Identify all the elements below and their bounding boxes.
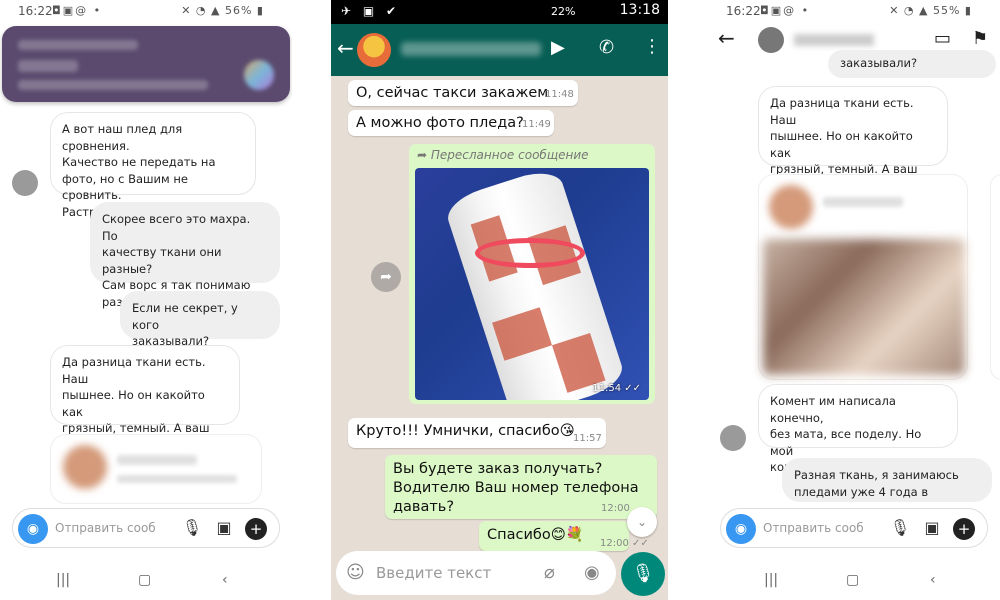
message-time: 11:49 (522, 119, 551, 130)
add-icon[interactable]: + (245, 518, 267, 540)
home-icon[interactable]: ▢ (846, 572, 859, 588)
message-bubble: А вот наш плед для сровнения. Качество н… (50, 112, 256, 219)
message-composer[interactable]: ◉ Отправить сообще... 🎙 ▣ + (720, 508, 988, 548)
instagram-chat-left: 16:22 ◘▣@ • ✕ ◔ ▲ 56% ▮ А вот наш плед д… (0, 0, 292, 600)
back-arrow-icon[interactable]: ← (718, 26, 735, 50)
android-nav-bar: ||| ▢ ‹ (0, 562, 292, 600)
status-bar: ✈ ▣ ✔ 22% 13:18 (331, 0, 668, 24)
message-text: Круто!!! Умнички, спасибо😘 (356, 423, 575, 439)
status-icons: ✕ ◔ ▲ 55% ▮ (889, 4, 972, 17)
message-bubble: Если не секрет, у кого заказывали? (120, 291, 280, 348)
video-call-icon[interactable]: ▭ (934, 28, 951, 49)
recent-apps-icon[interactable]: ||| (764, 572, 778, 588)
forwarded-label: ➦ Пересланное сообщение (417, 148, 589, 162)
android-nav-bar: ||| ▢ ‹ (708, 562, 1000, 600)
battery-level: 55% (932, 4, 961, 17)
notification-banner[interactable] (2, 26, 290, 102)
status-time: 16:22 (726, 4, 761, 18)
phone-call-icon[interactable]: ✆ (599, 37, 614, 58)
message-text: А можно фото пледа? (356, 115, 524, 131)
attach-icon[interactable]: ⌀ (544, 562, 555, 583)
message-bubble: Да разница ткани есть. Наш пышнее. Но он… (50, 345, 240, 452)
microphone-icon[interactable]: 🎙 (181, 518, 203, 537)
message-input[interactable]: Отправить сообще... (55, 521, 155, 535)
scroll-down-icon[interactable]: ⌄ (627, 507, 657, 537)
message-time: 11:57 (573, 433, 602, 444)
forwarded-photo-message[interactable]: ➦ Пересланное сообщение 11:54 ✓✓ (409, 144, 655, 404)
forward-icon[interactable]: ➦ (371, 262, 401, 292)
message-bubble: Круто!!! Умнички, спасибо😘 (348, 418, 606, 448)
status-icons: ✕ ◔ ▲ 56% ▮ (181, 4, 264, 17)
message-bubble: заказывали? (828, 50, 996, 78)
screenshot-collage: 16:22 ◘▣@ • ✕ ◔ ▲ 56% ▮ А вот наш плед д… (0, 0, 1000, 600)
chat-header: ← ▶ ✆ ⋮ (331, 24, 668, 76)
contact-name[interactable] (794, 34, 874, 46)
message-time: 12:00 ✓✓ (600, 538, 649, 549)
blanket-photo[interactable]: 11:54 ✓✓ (415, 168, 649, 400)
avatar[interactable] (720, 425, 746, 451)
notification-icons: ✈ ▣ ✔ (341, 4, 401, 18)
battery-level: 56% (224, 4, 253, 17)
message-bubble: Да разница ткани есть. Наш пышнее. Но он… (758, 86, 948, 193)
status-bar: 16:22 ◘▣@ • ✕ ◔ ▲ 56% ▮ (0, 0, 292, 22)
message-input[interactable]: Введите текст (376, 564, 491, 582)
microphone-icon[interactable]: 🎙 (621, 552, 665, 596)
notification-icons: ◘▣@ • (52, 4, 103, 17)
message-bubble: Комент им написала конечно, без мата, вс… (758, 384, 958, 474)
gallery-icon[interactable]: ▣ (213, 518, 235, 537)
message-input[interactable]: Отправить сообще... (763, 521, 863, 535)
status-time: 16:22 (18, 4, 53, 18)
camera-icon[interactable]: ◉ (584, 562, 600, 583)
home-icon[interactable]: ▢ (138, 572, 151, 588)
video-call-icon[interactable]: ▶ (551, 37, 565, 58)
message-text: Спасибо😊💐 (487, 527, 584, 543)
message-bubble: Разная ткань, я занимаюсь пледами уже 4 … (782, 458, 992, 502)
notification-avatar (244, 60, 274, 90)
shared-post-card[interactable] (50, 434, 262, 504)
add-icon[interactable]: + (953, 518, 975, 540)
battery-level: 22% (551, 5, 576, 18)
contact-avatar[interactable] (357, 33, 391, 67)
back-arrow-icon[interactable]: ← (337, 36, 354, 60)
rolled-blanket (442, 168, 628, 400)
more-options-icon[interactable]: ⋮ (643, 36, 661, 57)
back-icon[interactable]: ‹ (930, 572, 936, 588)
message-time: 12:00 (601, 503, 630, 514)
notification-icons: ◘▣@ • (760, 4, 811, 17)
message-bubble: Скорее всего это махра. По качеству ткан… (90, 202, 280, 309)
status-bar: 16:22 ◘▣@ • ✕ ◔ ▲ 55% ▮ (708, 0, 1000, 22)
shared-post-card[interactable] (758, 174, 968, 380)
camera-icon[interactable]: ◉ (18, 514, 48, 544)
shared-post-card[interactable] (990, 174, 1000, 380)
camera-icon[interactable]: ◉ (726, 514, 756, 544)
blurred-image (763, 239, 965, 375)
message-bubble: О, сейчас такси закажем (348, 80, 578, 106)
message-composer[interactable]: ☺ Введите текст ⌀ ◉ (336, 551, 616, 595)
status-time: 13:18 (619, 2, 660, 18)
message-text: О, сейчас такси закажем (356, 85, 549, 101)
contact-avatar[interactable] (758, 27, 784, 53)
message-composer[interactable]: ◉ Отправить сообще... 🎙 ▣ + (12, 508, 280, 548)
instagram-chat-right: 16:22 ◘▣@ • ✕ ◔ ▲ 55% ▮ ← ▭ ⚑ заказывали… (708, 0, 1000, 600)
microphone-icon[interactable]: 🎙 (889, 518, 911, 537)
gallery-icon[interactable]: ▣ (921, 518, 943, 537)
emoji-icon[interactable]: ☺ (346, 562, 365, 583)
avatar[interactable] (12, 170, 38, 196)
red-ribbon (475, 238, 585, 268)
recent-apps-icon[interactable]: ||| (56, 572, 70, 588)
message-time: 11:48 (545, 89, 574, 100)
back-icon[interactable]: ‹ (222, 572, 228, 588)
contact-name[interactable] (401, 42, 541, 56)
flag-icon[interactable]: ⚑ (972, 28, 988, 49)
message-time: 11:54 ✓✓ (592, 383, 641, 394)
